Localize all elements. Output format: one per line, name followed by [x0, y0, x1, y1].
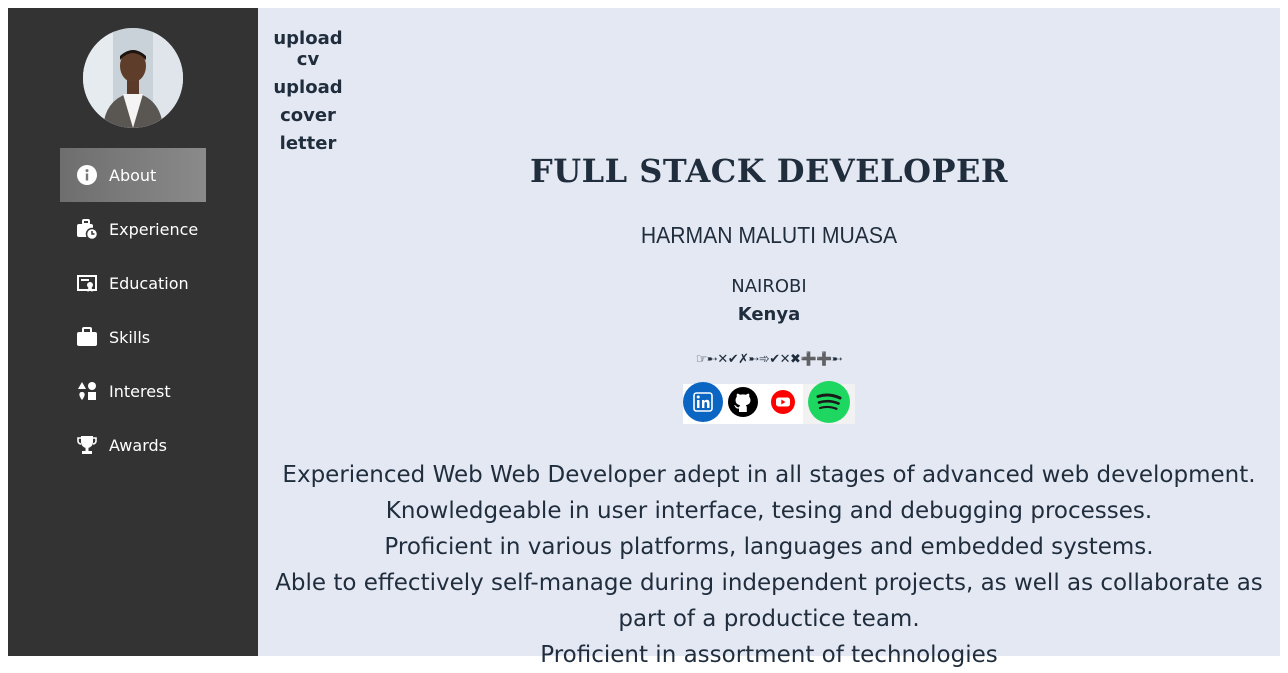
sidebar: About Experience Education Skills Intere…	[8, 8, 258, 656]
sidebar-item-awards[interactable]: Awards	[60, 418, 206, 472]
city: NAIROBI	[731, 276, 807, 297]
info-icon	[76, 164, 98, 186]
certificate-icon	[76, 272, 98, 294]
sidebar-item-label: About	[109, 165, 157, 185]
summary-line: Knowledgeable in user interface, tesing …	[385, 498, 1153, 524]
trophy-icon	[76, 434, 98, 456]
summary-line: Proficient in assortment of technologies	[540, 642, 998, 668]
sidebar-item-label: Skills	[109, 327, 151, 347]
linkedin-icon	[683, 382, 723, 426]
sidebar-item-label: Education	[109, 273, 189, 293]
sidebar-item-label: Awards	[109, 435, 167, 455]
summary-line: Proficient in various platforms, languag…	[384, 534, 1154, 560]
sidebar-item-experience[interactable]: Experience	[60, 202, 206, 256]
social-links	[683, 381, 855, 427]
job-title: FULL STACK DEVELOPER	[530, 152, 1008, 190]
sidebar-item-skills[interactable]: Skills	[60, 310, 206, 364]
country: Kenya	[737, 304, 801, 325]
summary-line: Able to effectively self-manage during i…	[275, 570, 1263, 632]
sidebar-item-education[interactable]: Education	[60, 256, 206, 310]
sidebar-item-about[interactable]: About	[60, 148, 206, 202]
main-content: upload cv upload cover letter FULL STACK…	[258, 8, 1280, 668]
youtube-link[interactable]	[763, 384, 803, 424]
avatar[interactable]	[83, 28, 183, 128]
linkedin-link[interactable]	[683, 382, 723, 426]
upload-cover-letter-button[interactable]: upload cover letter	[270, 74, 346, 158]
person-name: HARMAN MALUTI MUASA	[640, 222, 898, 248]
shapes-icon	[76, 380, 98, 402]
github-icon	[727, 386, 759, 422]
sidebar-nav: About Experience Education Skills Intere…	[60, 148, 206, 472]
spotify-link[interactable]	[803, 381, 855, 427]
upload-cv-button[interactable]: upload cv	[265, 28, 351, 70]
sidebar-item-label: Experience	[109, 219, 199, 239]
sidebar-item-label: Interest	[109, 381, 171, 401]
sidebar-item-interest[interactable]: Interest	[60, 364, 206, 418]
github-link[interactable]	[723, 384, 763, 424]
decorative-symbols: ☞➸✕✔✗➸➾✔✕✖➕➕➸	[695, 352, 843, 367]
briefcase-icon	[76, 326, 98, 348]
profile-summary: Experienced Web Web Developer adept in a…	[258, 457, 1280, 673]
spotify-icon	[808, 381, 850, 427]
summary-line: Experienced Web Web Developer adept in a…	[282, 462, 1256, 488]
youtube-icon	[770, 389, 796, 419]
briefcase-clock-icon	[76, 218, 98, 240]
